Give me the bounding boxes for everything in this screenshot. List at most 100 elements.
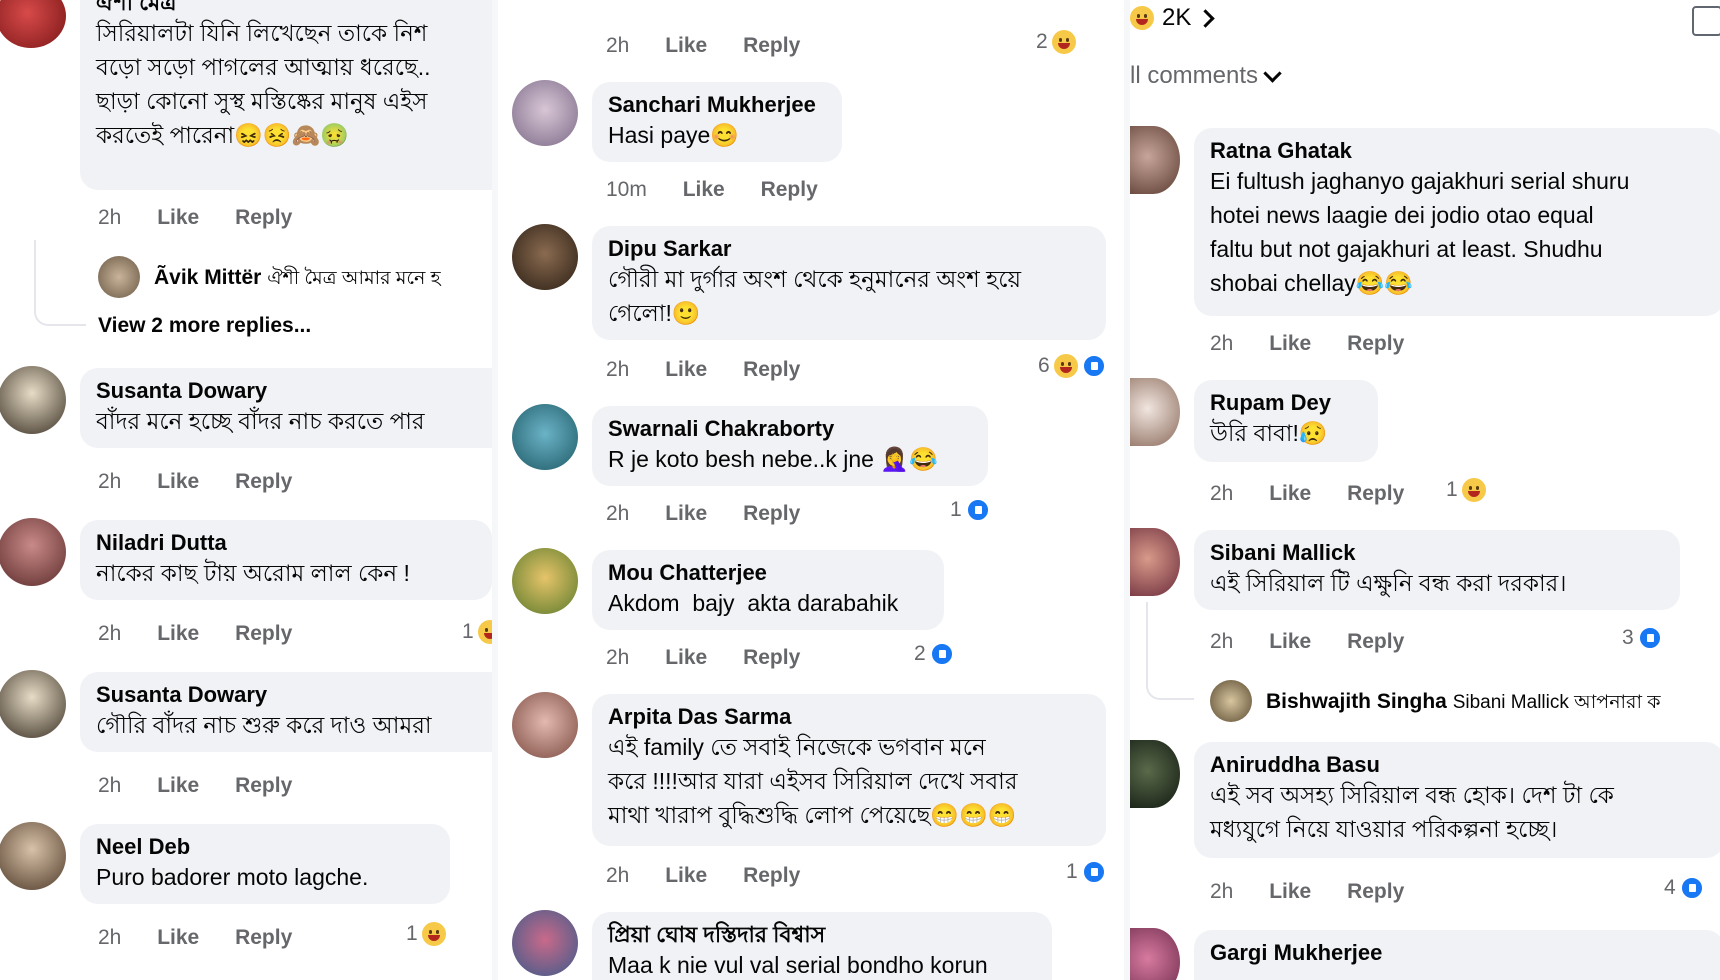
reply-link[interactable]: Reply <box>1347 880 1404 903</box>
comment-filter-dropdown[interactable]: ll comments <box>1130 62 1282 90</box>
reply-link[interactable]: Reply <box>743 502 800 525</box>
avatar[interactable] <box>0 0 66 48</box>
comment-time[interactable]: 2h <box>98 206 121 229</box>
like-link[interactable]: Like <box>1269 482 1311 505</box>
reply-link[interactable]: Reply <box>1347 630 1404 653</box>
view-more-replies-link[interactable]: View 2 more replies... <box>98 314 311 338</box>
commenter-name[interactable]: Rupam Dey <box>1210 390 1362 416</box>
like-link[interactable]: Like <box>1269 332 1311 355</box>
comment-time[interactable]: 2h <box>606 864 629 887</box>
avatar[interactable] <box>1130 126 1180 194</box>
avatar[interactable] <box>1130 528 1180 596</box>
commenter-name[interactable]: Gargi Mukherjee <box>1210 940 1708 966</box>
comment-time[interactable]: 10m <box>606 178 647 201</box>
avatar[interactable] <box>1130 378 1180 446</box>
avatar[interactable] <box>0 670 66 738</box>
avatar[interactable] <box>512 548 578 614</box>
like-link[interactable]: Like <box>1269 630 1311 653</box>
comment-actions: 2h Like Reply <box>606 358 830 382</box>
like-link[interactable]: Like <box>157 470 199 493</box>
reply-link[interactable]: Reply <box>235 470 292 493</box>
commenter-name[interactable]: Neel Deb <box>96 834 434 860</box>
reaction-summary[interactable]: 1 <box>406 922 446 946</box>
comment-time[interactable]: 2h <box>1210 332 1233 355</box>
reply-link[interactable]: Reply <box>235 774 292 797</box>
comment-time[interactable]: 2h <box>606 34 629 57</box>
avatar[interactable] <box>512 80 578 146</box>
reply-link[interactable]: Reply <box>235 622 292 645</box>
reply-link[interactable]: Reply <box>235 206 292 229</box>
reply-link[interactable]: Reply <box>743 358 800 381</box>
reaction-summary[interactable]: 6 <box>1038 354 1106 378</box>
reaction-summary[interactable]: 1 <box>950 498 990 522</box>
reply-link[interactable]: Reply <box>743 34 800 57</box>
commenter-name[interactable]: Swarnali Chakraborty <box>608 416 972 442</box>
commenter-name[interactable]: Ratna Ghatak <box>1210 138 1708 164</box>
reply-link[interactable]: Reply <box>1347 332 1404 355</box>
reply-link[interactable]: Reply <box>235 926 292 949</box>
like-link[interactable]: Like <box>665 34 707 57</box>
comment-time[interactable]: 2h <box>98 774 121 797</box>
comment-time[interactable]: 2h <box>1210 482 1233 505</box>
commenter-name[interactable]: Arpita Das Sarma <box>608 704 1090 730</box>
avatar[interactable] <box>512 224 578 290</box>
comment-time[interactable]: 2h <box>98 470 121 493</box>
comment-time[interactable]: 2h <box>606 358 629 381</box>
like-link[interactable]: Like <box>665 646 707 669</box>
comment-bubble: Niladri Dutta নাকের কাছ টায় অরোম লাল কে… <box>80 520 492 600</box>
like-link[interactable]: Like <box>665 502 707 525</box>
like-link[interactable]: Like <box>157 206 199 229</box>
like-link[interactable]: Like <box>157 622 199 645</box>
reaction-summary[interactable]: 1 <box>1446 478 1486 502</box>
avatar[interactable] <box>0 366 66 434</box>
commenter-name[interactable]: Susanta Dowary <box>96 378 492 404</box>
avatar[interactable] <box>512 692 578 758</box>
avatar[interactable] <box>98 256 140 298</box>
commenter-name[interactable]: প্রিয়া ঘোষ দস্তিদার বিশ্বাস <box>608 922 1036 948</box>
commenter-name[interactable]: Susanta Dowary <box>96 682 492 708</box>
like-link[interactable]: Like <box>665 864 707 887</box>
reaction-summary[interactable]: 2 <box>1036 30 1076 54</box>
reaction-summary[interactable]: 1 <box>1066 860 1106 884</box>
reaction-summary[interactable]: 1 <box>462 620 492 644</box>
commenter-name[interactable]: Niladri Dutta <box>96 530 476 556</box>
commenter-name[interactable]: Ãvik Mittër <box>154 266 261 289</box>
avatar[interactable] <box>0 518 66 586</box>
reply-link[interactable]: Reply <box>743 864 800 887</box>
avatar[interactable] <box>1130 740 1180 808</box>
commenter-name[interactable]: Mou Chatterjee <box>608 560 928 586</box>
like-link[interactable]: Like <box>1269 880 1311 903</box>
reply-link[interactable]: Reply <box>1347 482 1404 505</box>
commenter-name[interactable]: Aniruddha Basu <box>1210 752 1708 778</box>
comment-time[interactable]: 2h <box>1210 880 1233 903</box>
reaction-summary[interactable]: 2 <box>914 642 954 666</box>
commenter-name[interactable]: Bishwajith Singha <box>1266 690 1447 713</box>
like-link[interactable]: Like <box>683 178 725 201</box>
commenter-name[interactable]: Dipu Sarkar <box>608 236 1090 262</box>
comment-time[interactable]: 2h <box>606 646 629 669</box>
comment-text: এই সিরিয়াল টি এক্ষুনি বন্ধ করা দরকার। <box>1210 570 1567 596</box>
comment-time[interactable]: 2h <box>606 502 629 525</box>
reaction-summary[interactable]: 4 <box>1664 876 1704 900</box>
comment-time[interactable]: 2h <box>98 926 121 949</box>
avatar[interactable] <box>0 822 66 890</box>
comment-time[interactable]: 2h <box>98 622 121 645</box>
commenter-name[interactable]: Sibani Mallick <box>1210 540 1664 566</box>
reaction-summary[interactable]: 3 <box>1622 626 1662 650</box>
comment-time[interactable]: 2h <box>1210 630 1233 653</box>
reply-link[interactable]: Reply <box>743 646 800 669</box>
avatar[interactable] <box>512 910 578 976</box>
commenter-name[interactable]: Sanchari Mukherjee <box>608 92 826 118</box>
avatar[interactable] <box>512 404 578 470</box>
commenter-name[interactable]: ঐশী মৈত্র <box>96 0 492 16</box>
avatar[interactable] <box>1130 928 1180 980</box>
like-link[interactable]: Like <box>157 926 199 949</box>
reply-link[interactable]: Reply <box>761 178 818 201</box>
comment-text: নাকের কাছ টায় অরোম লাল কেন ! <box>96 560 410 586</box>
reaction-bar[interactable]: 2K <box>1130 4 1216 32</box>
like-thumb-icon[interactable] <box>1692 6 1720 36</box>
like-link[interactable]: Like <box>157 774 199 797</box>
avatar[interactable] <box>1210 680 1252 722</box>
like-link[interactable]: Like <box>665 358 707 381</box>
like-icon <box>1637 626 1662 650</box>
